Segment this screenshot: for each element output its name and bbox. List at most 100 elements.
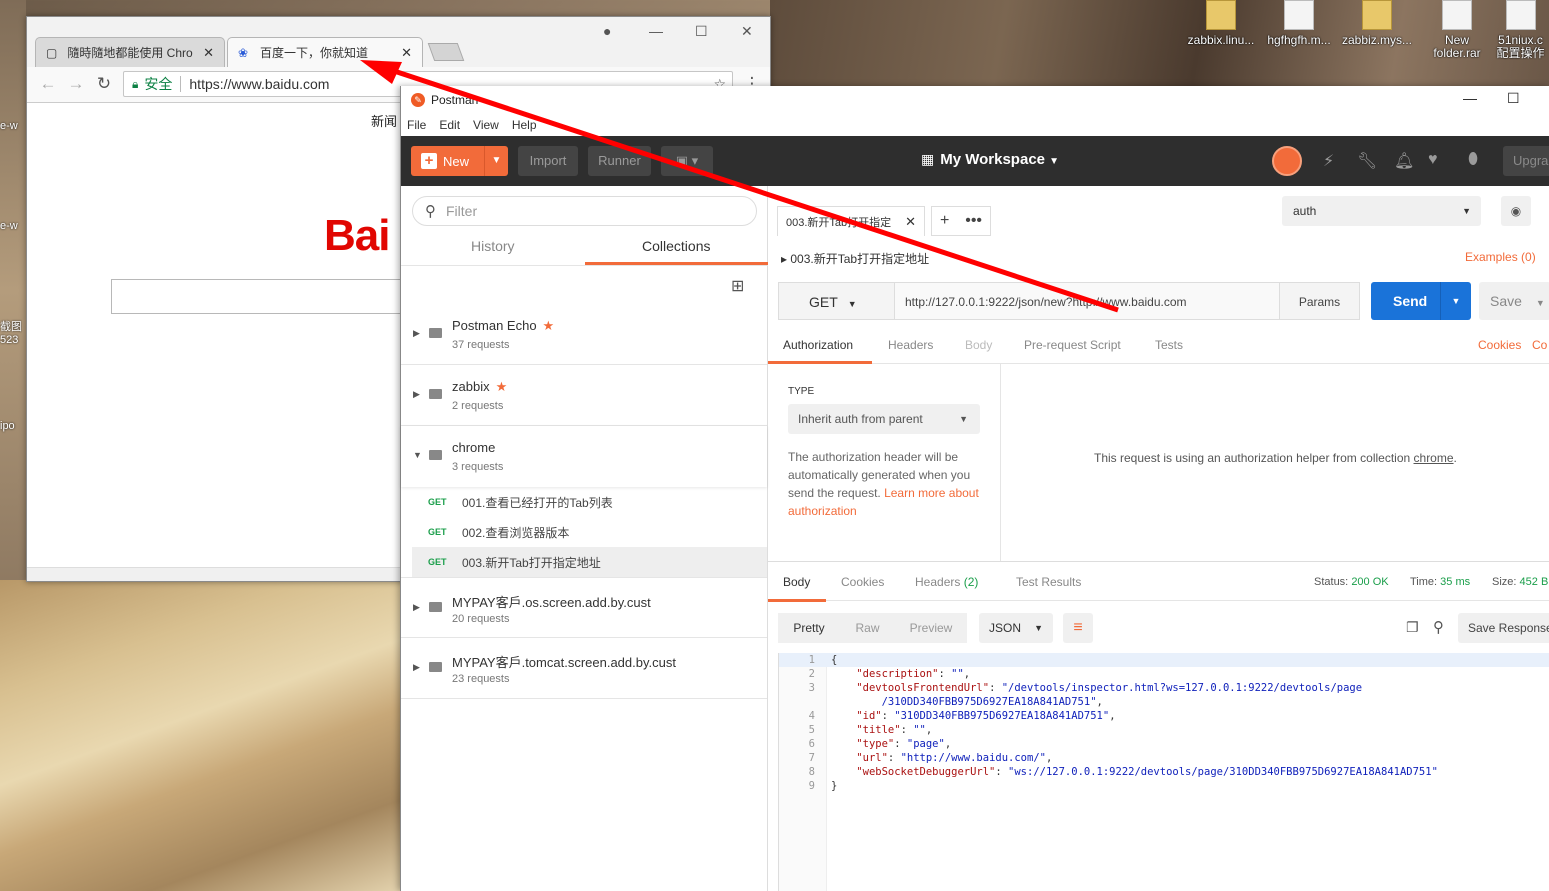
chrome-tab[interactable]: ▢ 隨時隨地都能使用 Chrom ✕ [35,37,225,67]
environment-select[interactable]: auth ▼ [1282,196,1481,226]
chevron-right-icon[interactable]: ▶ [413,662,420,673]
chevron-right-icon[interactable]: ▶ [413,389,420,400]
wrench-icon[interactable]: 🔧︎ [1357,151,1377,171]
tab-response-headers[interactable]: Headers (2) [915,575,978,589]
minimize-icon[interactable]: — [1463,90,1477,106]
chrome-tab-active[interactable]: ❀ 百度一下，你就知道 ✕ [227,37,423,67]
save-response-button[interactable]: Save Response [1458,613,1549,643]
wrap-lines-icon[interactable]: ≡ [1063,613,1093,643]
import-button[interactable]: Import [518,146,578,176]
tab-history[interactable]: History [401,234,585,265]
chevron-right-icon[interactable]: ▶ [413,602,420,613]
menu-edit[interactable]: Edit [439,118,460,132]
tab-tests[interactable]: Tests [1155,338,1183,352]
collection-item[interactable]: ▶ Postman Echo ★ 37 requests [401,304,767,365]
request-item[interactable]: GET 002.查看浏览器版本 [401,517,767,547]
request-item-active[interactable]: GET 003.新开Tab打开指定地址 [412,547,767,577]
new-tab-button[interactable] [427,43,465,61]
upgrade-button[interactable]: Upgra [1503,146,1549,176]
back-icon[interactable]: ← [37,73,59,95]
baidu-search-input[interactable] [111,279,411,314]
bell-icon[interactable]: 🔔︎ [1394,151,1414,171]
close-icon[interactable]: ✕ [401,45,412,61]
heart-icon[interactable]: ♥ [1428,151,1438,169]
maximize-icon[interactable]: ☐ [695,23,708,40]
view-raw[interactable]: Raw [840,613,895,643]
add-tab-icon[interactable]: + [940,212,949,230]
menu-view[interactable]: View [473,118,499,132]
search-icon[interactable]: ⚲ [1433,618,1444,636]
collection-item[interactable]: ▶ zabbix ★ 2 requests [401,365,767,426]
satellite-icon[interactable]: ⚡ [1323,151,1334,171]
tab-response-cookies[interactable]: Cookies [841,575,884,589]
tab-test-results[interactable]: Test Results [1016,575,1081,589]
chevron-down-icon[interactable]: ▼ [413,450,422,460]
menu-file[interactable]: File [407,118,426,132]
baidu-nav-link[interactable]: 新闻 [371,111,397,130]
url-input[interactable]: http://127.0.0.1:9222/json/new?http://ww… [895,282,1280,320]
runner-button[interactable]: Runner [588,146,651,176]
more-dots-icon[interactable]: ••• [965,212,982,230]
desktop-icon-left[interactable]: ipo [0,420,22,460]
request-item[interactable]: GET 001.查看已经打开的Tab列表 [401,487,767,517]
cookies-link[interactable]: Cookies [1478,338,1521,352]
desktop-icon-left[interactable]: 截图 523 [0,318,22,358]
view-pretty[interactable]: Pretty [778,613,840,643]
maximize-icon[interactable]: ☐ [1507,90,1520,107]
collection-link[interactable]: chrome [1414,451,1454,465]
star-icon[interactable]: ★ [496,379,508,394]
code-link[interactable]: Co [1532,338,1547,352]
tab-body[interactable]: Body [965,338,992,352]
params-button[interactable]: Params [1280,282,1360,320]
desktop-icon-file[interactable]: New folder.rar [1424,0,1490,60]
format-select[interactable]: JSON ▼ [979,613,1053,643]
close-window-icon[interactable]: ✕ [741,23,753,40]
chevron-right-icon[interactable]: ▶ [413,328,420,339]
star-icon[interactable]: ★ [543,318,555,333]
tab-collections[interactable]: Collections [584,234,768,265]
breadcrumb[interactable]: ▸ 003.新开Tab打开指定地址 [781,250,929,267]
desktop-icon-file[interactable]: zabbiz.mys... [1342,0,1412,47]
chevron-down-icon[interactable]: ▼ [1440,282,1471,320]
save-button[interactable]: Save ▼ [1479,282,1549,320]
chevron-down-icon[interactable]: ▼ [484,146,508,176]
method-select[interactable]: GET ▼ [778,282,895,320]
desktop-icon-left[interactable]: e-w [0,220,22,260]
request-tabs: Authorization Headers Body Pre-request S… [768,330,1549,364]
forward-icon[interactable]: → [65,73,87,95]
filter-input[interactable]: ⚲ Filter [412,196,757,226]
menu-help[interactable]: Help [512,118,537,132]
account-icon[interactable]: ⬮ [1468,151,1478,169]
view-preview[interactable]: Preview [895,613,967,643]
tab-pre-request-script[interactable]: Pre-request Script [1024,338,1121,352]
copy-icon[interactable]: ❐ [1406,619,1419,636]
collection-item[interactable]: ▶ MYPAY客戶.os.screen.add.by.cust 20 reque… [401,577,767,638]
request-tab[interactable]: 003.新开Tab打开指定 ✕ [777,206,925,236]
reload-icon[interactable]: ↻ [93,73,115,95]
desktop-icon-file[interactable]: zabbix.linu... [1186,0,1256,47]
user-icon[interactable]: ● [603,23,611,39]
new-collection-icon[interactable]: ⊞ [731,276,744,296]
new-button[interactable]: + New ▼ [411,146,508,176]
tab-headers[interactable]: Headers [888,338,933,352]
desktop-icon-file[interactable]: hgfhgfh.m... [1264,0,1334,47]
minimize-icon[interactable]: — [649,23,663,39]
collection-item[interactable]: ▶ MYPAY客戶.tomcat.screen.add.by.cust 23 r… [401,638,767,699]
desktop-icon-file[interactable]: 51niux.c 配置操作 [1492,0,1549,60]
desktop-icon-left[interactable]: e-w [0,120,22,160]
archive-icon [1206,0,1236,30]
examples-link[interactable]: Examples (0) [1465,250,1536,264]
send-button[interactable]: Send ▼ [1371,282,1471,320]
close-icon[interactable]: ✕ [905,214,916,230]
auth-type-select[interactable]: Inherit auth from parent ▼ [788,404,980,434]
close-icon[interactable]: ✕ [203,45,214,61]
code-line: 2 "description": "", [808,668,971,680]
response-code-editor[interactable]: 1{2 "description": "", 3 "devtoolsFronten… [778,653,1549,891]
workspace-switcher[interactable]: ▦ My Workspace ▼ [921,151,1059,168]
sync-icon[interactable] [1272,146,1302,176]
tab-response-body[interactable]: Body [783,575,810,589]
collection-item-expanded[interactable]: ▼ chrome 3 requests [401,426,767,487]
eye-icon[interactable]: ◉ [1501,196,1531,226]
tab-authorization[interactable]: Authorization [783,338,853,352]
new-window-button[interactable]: ▣ ▾ [661,146,713,176]
